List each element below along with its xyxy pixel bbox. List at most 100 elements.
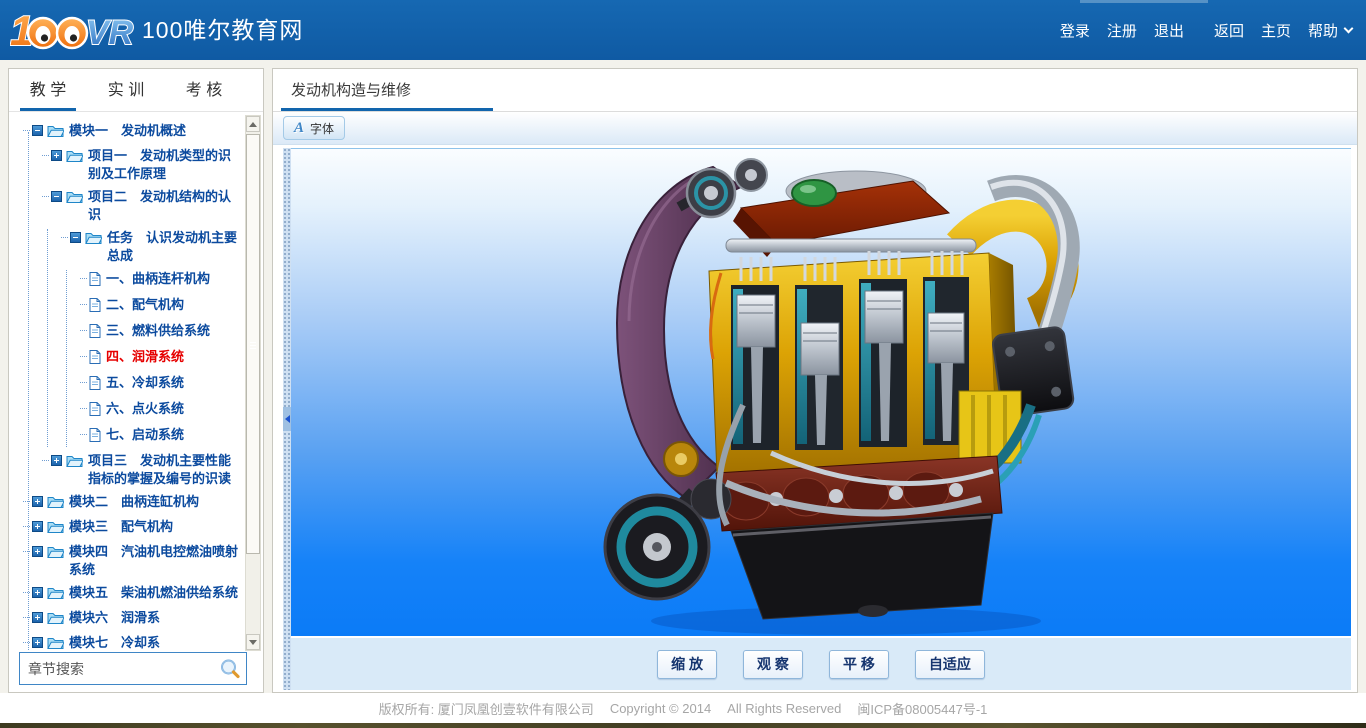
tree-node[interactable]: 项目三 发动机主要性能指标的掌握及编号的识读 xyxy=(42,452,241,488)
site-title: 100唯尔教育网 xyxy=(142,0,303,60)
splitter-collapse-handle[interactable] xyxy=(283,407,291,431)
viewer-button-缩放[interactable]: 缩 放 xyxy=(657,650,717,679)
tree-connector xyxy=(23,551,30,552)
nav-link-退出[interactable]: 退出 xyxy=(1154,20,1184,41)
logo-icon: 1 VR xyxy=(10,7,134,53)
collapse-icon[interactable] xyxy=(51,191,62,202)
arrow-down-icon xyxy=(249,640,257,645)
nav-link-帮助[interactable]: 帮助 xyxy=(1308,20,1352,41)
expand-icon[interactable] xyxy=(51,455,62,466)
tree-connector xyxy=(23,130,30,131)
expand-icon[interactable] xyxy=(32,587,43,598)
tree-node[interactable]: 模块七 冷却系 xyxy=(23,634,241,651)
tree-node-label[interactable]: 模块六 润滑系 xyxy=(69,609,160,627)
expand-icon[interactable] xyxy=(32,496,43,507)
tree-connector xyxy=(23,526,30,527)
tree-node-label[interactable]: 项目三 发动机主要性能指标的掌握及编号的识读 xyxy=(88,452,241,488)
viewer-button-观察[interactable]: 观 察 xyxy=(743,650,803,679)
expand-icon[interactable] xyxy=(32,637,43,648)
tree-connector xyxy=(80,382,87,383)
expand-icon[interactable] xyxy=(32,612,43,623)
header: 1 VR 100唯尔教育网 登录注册退出 返回主页帮助 xyxy=(0,0,1366,60)
nav-link-主页[interactable]: 主页 xyxy=(1261,20,1291,41)
engine-model-image xyxy=(561,153,1081,636)
sidebar-tab-教学[interactable]: 教 学 xyxy=(9,69,87,111)
tree-node-label[interactable]: 项目一 发动机类型的识别及工作原理 xyxy=(88,147,241,183)
document-icon xyxy=(89,428,101,447)
panel-splitter[interactable] xyxy=(283,148,291,690)
tree-node-label[interactable]: 一、曲柄连杆机构 xyxy=(106,270,210,288)
tree-node[interactable]: 一、曲柄连杆机构 xyxy=(80,270,241,291)
tree-connector xyxy=(23,617,30,618)
document-icon xyxy=(89,324,101,343)
tree-node-label[interactable]: 六、点火系统 xyxy=(106,400,184,418)
tree-node-label[interactable]: 模块三 配气机构 xyxy=(69,518,173,536)
tree-node[interactable]: 三、燃料供给系统 xyxy=(80,322,241,343)
viewer-button-平移[interactable]: 平 移 xyxy=(829,650,889,679)
tree-node-label[interactable]: 模块四 汽油机电控燃油喷射系统 xyxy=(69,543,241,579)
tree-node-label[interactable]: 模块一 发动机概述 xyxy=(69,122,186,140)
tree-node-label[interactable]: 四、润滑系统 xyxy=(106,348,184,366)
collapse-icon[interactable] xyxy=(32,125,43,136)
nav-link-登录[interactable]: 登录 xyxy=(1060,20,1090,41)
expand-icon[interactable] xyxy=(32,521,43,532)
collapse-icon[interactable] xyxy=(70,232,81,243)
engine-3d-viewport[interactable] xyxy=(291,148,1351,636)
expand-icon[interactable] xyxy=(51,150,62,161)
viewer-content: 缩 放观 察平 移自适应 xyxy=(283,146,1351,690)
tree-node[interactable]: 项目一 发动机类型的识别及工作原理 xyxy=(42,147,241,183)
tree-node-label[interactable]: 项目二 发动机结构的认识 xyxy=(88,188,241,224)
tree-node-label[interactable]: 三、燃料供给系统 xyxy=(106,322,210,340)
search-input[interactable] xyxy=(20,661,219,677)
tree-connector xyxy=(42,460,49,461)
document-icon xyxy=(89,272,101,291)
tree-connector xyxy=(42,155,49,156)
search-icon[interactable] xyxy=(219,658,241,680)
font-icon: A xyxy=(294,120,304,137)
folder-icon xyxy=(66,149,83,167)
viewer-button-自适应[interactable]: 自适应 xyxy=(915,650,985,679)
folder-icon xyxy=(47,545,64,563)
tree-node[interactable]: 四、润滑系统 xyxy=(80,348,241,369)
tree-connector xyxy=(80,408,87,409)
expand-icon[interactable] xyxy=(32,546,43,557)
tree-node[interactable]: 模块二 曲柄连缸机构 xyxy=(23,493,241,513)
nav-link-注册[interactable]: 注册 xyxy=(1107,20,1137,41)
tree-node-label[interactable]: 任务 认识发动机主要总成 xyxy=(107,229,241,265)
tree-node[interactable]: 五、冷却系统 xyxy=(80,374,241,395)
tree-node[interactable]: 模块三 配气机构 xyxy=(23,518,241,538)
tree-node-label[interactable]: 模块二 曲柄连缸机构 xyxy=(69,493,199,511)
sidebar-tab-实训[interactable]: 实 训 xyxy=(87,69,165,111)
scroll-down-button[interactable] xyxy=(246,634,260,650)
logo-100vr[interactable]: 1 VR xyxy=(10,7,134,58)
tree-node-label[interactable]: 二、配气机构 xyxy=(106,296,184,314)
chapter-search xyxy=(19,652,247,685)
scroll-up-button[interactable] xyxy=(246,116,260,132)
tree-node[interactable]: 七、启动系统 xyxy=(80,426,241,447)
viewer-toolbar: A 字体 xyxy=(273,112,1357,145)
active-tab-underline xyxy=(281,108,493,111)
tree-node[interactable]: 任务 认识发动机主要总成 xyxy=(61,229,241,265)
tree-connector xyxy=(42,196,49,197)
tree-node[interactable]: 模块五 柴油机燃油供给系统 xyxy=(23,584,241,604)
document-icon xyxy=(89,298,101,317)
tree-node[interactable]: 项目二 发动机结构的认识 xyxy=(42,188,241,224)
main-panel: 发动机构造与维修 A 字体 xyxy=(272,68,1358,693)
nav-link-返回[interactable]: 返回 xyxy=(1214,20,1244,41)
tree-node[interactable]: 模块四 汽油机电控燃油喷射系统 xyxy=(23,543,241,579)
tree-node-label[interactable]: 七、启动系统 xyxy=(106,426,184,444)
font-button[interactable]: A 字体 xyxy=(283,116,345,140)
tree-connector xyxy=(61,237,68,238)
tree-node-label[interactable]: 模块五 柴油机燃油供给系统 xyxy=(69,584,238,602)
tree-node-label[interactable]: 模块七 冷却系 xyxy=(69,634,160,651)
tree-node[interactable]: 二、配气机构 xyxy=(80,296,241,317)
tree-node[interactable]: 模块六 润滑系 xyxy=(23,609,241,629)
tree-connector xyxy=(80,356,87,357)
tree-node[interactable]: 六、点火系统 xyxy=(80,400,241,421)
tree-scrollbar[interactable] xyxy=(245,115,261,651)
sidebar-tab-考核[interactable]: 考 核 xyxy=(165,69,243,111)
tree-node[interactable]: 模块一 发动机概述 xyxy=(23,122,241,142)
scrollbar-thumb[interactable] xyxy=(246,134,260,554)
tab-engine-course[interactable]: 发动机构造与维修 xyxy=(291,69,411,112)
tree-node-label[interactable]: 五、冷却系统 xyxy=(106,374,184,392)
